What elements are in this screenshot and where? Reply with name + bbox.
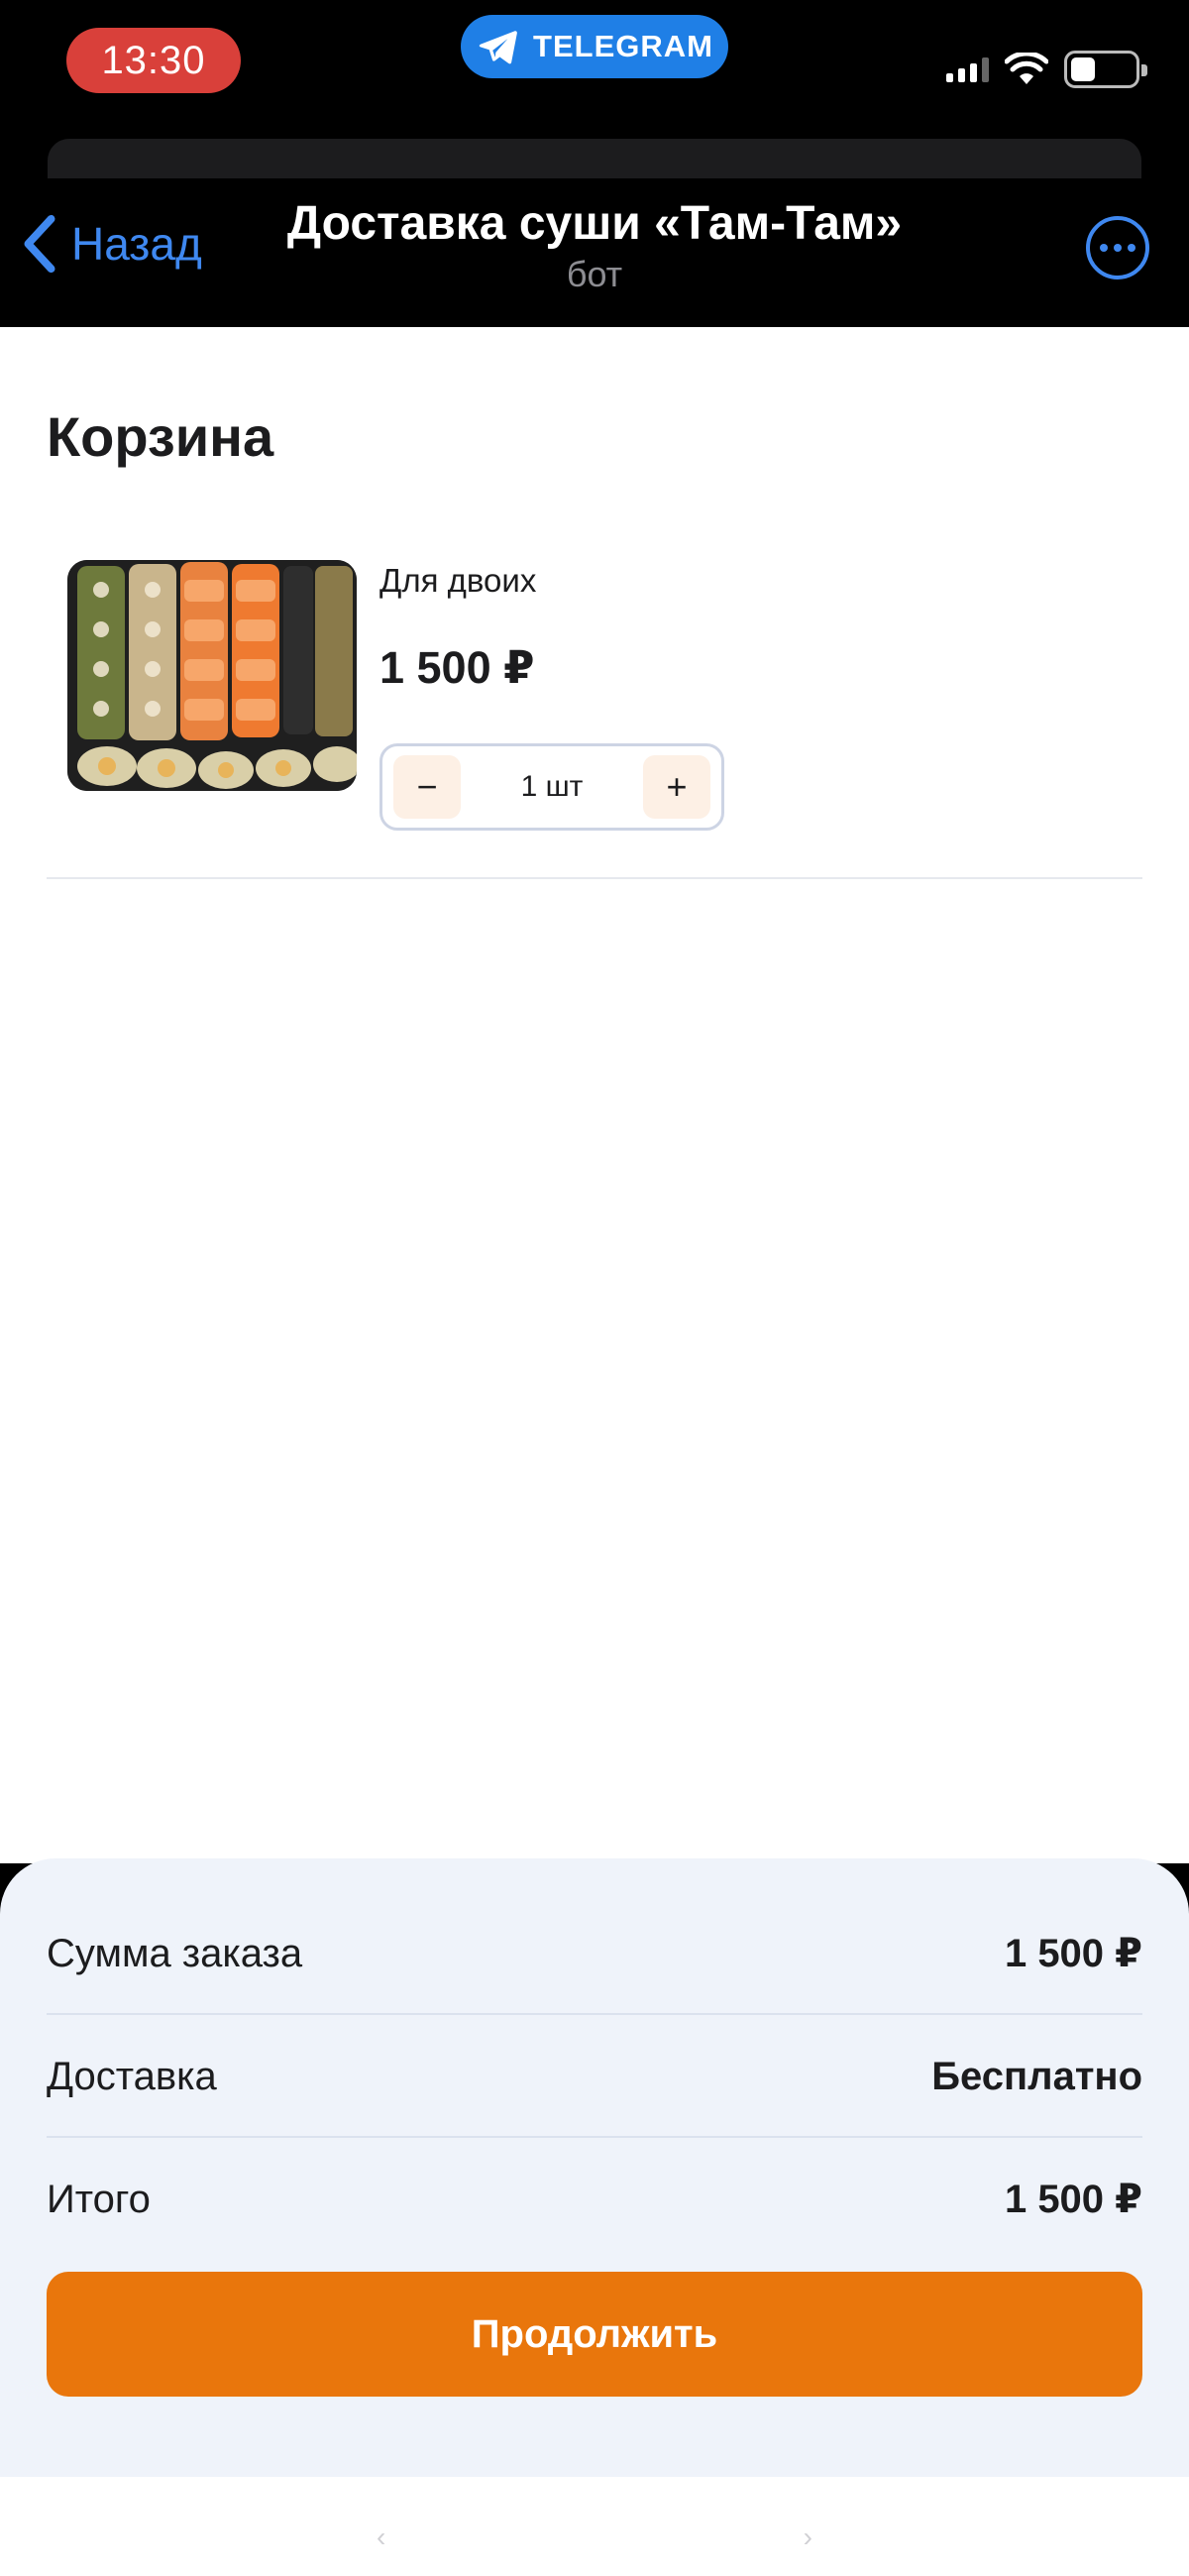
telegram-icon <box>479 31 517 64</box>
item-name: Для двоих <box>379 562 537 599</box>
chat-title: Доставка суши «Там-Там» <box>286 197 903 250</box>
more-icon <box>1100 244 1108 252</box>
status-bar: 13:30 TELEGRAM <box>0 0 1189 129</box>
order-sum-row: Сумма заказа 1 500 ₽ <box>47 1894 1142 2015</box>
sushi-set-image <box>67 560 357 791</box>
cart-item: Для двоих 1 500 ₽ − 1 шт + <box>67 560 1141 831</box>
continue-button[interactable]: Продолжить <box>47 2272 1142 2397</box>
order-sum-value: 1 500 ₽ <box>1004 1932 1142 1975</box>
battery-icon <box>1064 51 1147 88</box>
order-sum-label: Сумма заказа <box>47 1931 303 1975</box>
quantity-stepper: − 1 шт + <box>379 743 724 831</box>
chat-subtitle: бот <box>566 254 623 294</box>
status-time[interactable]: 13:30 <box>66 28 241 93</box>
telegram-header: Назад Доставка суши «Там-Там» бот <box>0 129 1189 327</box>
total-row: Итого 1 500 ₽ <box>47 2139 1142 2260</box>
divider <box>47 877 1142 879</box>
telegram-badge[interactable]: TELEGRAM <box>461 15 728 78</box>
more-options-button[interactable] <box>1086 216 1149 280</box>
sheet-handle <box>48 139 1141 178</box>
increase-quantity-button[interactable]: + <box>642 755 710 819</box>
status-icons <box>946 50 1147 89</box>
prev-arrow-icon[interactable]: ‹ <box>377 2521 385 2553</box>
quantity-value: 1 шт <box>520 770 584 803</box>
delivery-label: Доставка <box>47 2054 217 2098</box>
browser-nav: ‹ › <box>377 2521 812 2553</box>
page-title: Корзина <box>47 405 274 468</box>
delivery-row: Доставка Бесплатно <box>47 2017 1142 2138</box>
signal-icon <box>946 56 989 82</box>
decrease-quantity-button[interactable]: − <box>393 755 461 819</box>
cart-page: Корзина Для двоих 1 500 ₽ − 1 шт + <box>0 327 1189 1863</box>
order-summary: Сумма заказа 1 500 ₽ Доставка Бесплатно … <box>0 1858 1189 2477</box>
next-arrow-icon[interactable]: › <box>804 2521 812 2553</box>
wifi-icon <box>1005 53 1048 84</box>
telegram-badge-label: TELEGRAM <box>533 29 713 63</box>
bottom-bar: ‹ › <box>0 2477 1189 2576</box>
item-price: 1 500 ₽ <box>379 642 535 693</box>
total-value: 1 500 ₽ <box>1004 2178 1142 2221</box>
total-label: Итого <box>47 2177 151 2221</box>
delivery-value: Бесплатно <box>931 2054 1142 2098</box>
